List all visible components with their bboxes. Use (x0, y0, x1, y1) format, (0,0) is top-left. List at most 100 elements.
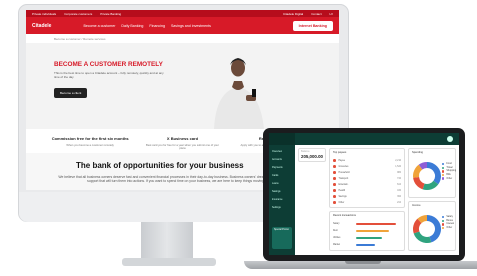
transaction-row[interactable]: Salary (333, 221, 401, 226)
payee-row[interactable]: Entertain. 610 (333, 182, 401, 187)
internet-banking-button[interactable]: Internet Banking (292, 20, 333, 31)
payee-icon (333, 189, 336, 192)
transaction-bar (356, 222, 396, 225)
payee-icon (333, 201, 336, 204)
payee-row[interactable]: Savings 390 (333, 194, 401, 199)
top-utility-bar: Private individuals Corporate customers … (26, 10, 339, 17)
legend-item: Food (442, 163, 456, 166)
donut-slice-food[interactable] (427, 162, 441, 185)
feature-desc: When you become a customer remotely (66, 143, 114, 147)
payee-value: 2,210 (395, 159, 401, 162)
laptop-notch (345, 261, 381, 264)
citadele-logo[interactable]: Citadele (32, 23, 51, 29)
main-nav: Citadele Become a customer Daily Banking… (26, 17, 339, 34)
legend-dot (442, 173, 445, 177)
sidebar-item-payments[interactable]: Payments (272, 164, 292, 171)
payee-row[interactable]: Health 430 (333, 188, 401, 193)
legend-label: Travel (446, 166, 453, 169)
payee-name: Payee (338, 159, 346, 162)
payee-name: Entertain. (338, 183, 349, 186)
payee-row[interactable]: Transport 740 (333, 176, 401, 181)
balance-value: 205,000.00 (301, 154, 323, 159)
payee-name: Other (338, 201, 345, 204)
breadcrumb[interactable]: Become a customer / Remote services (26, 34, 339, 43)
transaction-name: Market (333, 243, 341, 246)
transaction-row[interactable]: Utilities (333, 235, 401, 240)
nav-become-customer[interactable]: Become a customer (83, 24, 115, 28)
legend-label: Interest (446, 223, 455, 226)
sidebar-item-insurance[interactable]: Insurance (272, 196, 292, 203)
income-donut (413, 215, 441, 243)
feature-commission-free: Commission free for the first six months… (51, 136, 129, 151)
sidebar-item-loans[interactable]: Loans (272, 180, 292, 187)
topbar-link-private[interactable]: Private individuals (32, 12, 56, 16)
legend-dot (442, 223, 445, 226)
sidebar-item-settings[interactable]: Settings (272, 204, 292, 211)
legend-item: Bills (442, 173, 456, 177)
payee-row[interactable]: Payee 2,210 (333, 158, 401, 163)
legend-label: Shopping (446, 170, 457, 173)
legend-dot (442, 163, 445, 166)
transactions-title: Recent transactions (333, 214, 356, 217)
legend-dot (442, 216, 445, 219)
sidebar-item-cards[interactable]: Cards (272, 172, 292, 179)
nav-savings[interactable]: Savings and investments (171, 24, 211, 28)
payee-value: 210 (397, 201, 401, 204)
dashboard-topbar (295, 133, 459, 145)
bank-text: We believe that all business owners dese… (58, 175, 294, 184)
sidebar-item-accounts[interactable]: Accounts (272, 156, 292, 163)
transaction-row[interactable]: Market (333, 242, 401, 247)
legend-label: Other (446, 177, 453, 180)
payee-name: Health (338, 189, 346, 192)
payee-value: 1,520 (395, 165, 401, 168)
nav-daily-banking[interactable]: Daily Banking (121, 24, 143, 28)
avatar-icon[interactable] (447, 136, 453, 142)
payee-row[interactable]: Household 980 (333, 170, 401, 175)
transaction-row[interactable]: Rent (333, 228, 401, 233)
payee-icon (333, 159, 336, 162)
spending-legend: Food Travel Shopping Bills Other (442, 163, 456, 181)
payee-icon (333, 171, 336, 174)
donut-slice-shopping[interactable] (413, 177, 425, 190)
sidebar-item-overview[interactable]: Overview (272, 148, 292, 155)
legend-dot (442, 219, 445, 222)
topbar-link-corporate[interactable]: Corporate customers (64, 12, 92, 16)
hero-section: BECOME A CUSTOMER REMOTELY This is the b… (26, 43, 339, 129)
payee-row[interactable]: Other 210 (333, 200, 401, 205)
feature-title: X Business card (166, 136, 199, 141)
spending-chart-card: Spending Food Travel Shopping Bills Other (408, 148, 456, 198)
special-promo-card[interactable]: Special Promo (272, 227, 292, 249)
dashboard-sidebar: Overview Accounts Payments Cards Loans S… (269, 133, 295, 255)
payees-card: Top payees Payee 2,210 Groceries 1,520 House… (329, 148, 405, 208)
donut1-title: Spending (412, 151, 423, 154)
transaction-bar (356, 243, 375, 246)
income-legend: Salary Bonus Interest Other (442, 216, 454, 230)
transactions-card: Recent transactions Salary Rent Utilities M… (329, 211, 405, 251)
feature-desc: Best card you for free for a year when y… (146, 143, 219, 151)
legend-label: Salary (446, 216, 453, 219)
payee-name: Groceries (338, 165, 349, 168)
topbar-link-contact[interactable]: Contact (311, 12, 321, 16)
payees-title: Top payees (333, 151, 347, 154)
legend-item: Travel (442, 166, 456, 169)
legend-item: Interest (442, 223, 455, 226)
transaction-name: Utilities (333, 236, 341, 239)
donut-slice-bonus[interactable] (413, 231, 432, 243)
legend-item: Bonus (442, 219, 454, 222)
language-selector[interactable]: LV (330, 12, 333, 16)
sidebar-item-savings[interactable]: Savings (272, 188, 292, 195)
payee-icon (333, 165, 336, 168)
nav-financing[interactable]: Financing (149, 24, 165, 28)
legend-item: Other (442, 177, 456, 180)
balance-card: Balance 205,000.00 (298, 148, 326, 162)
topbar-link-private-banking[interactable]: Private Banking (100, 12, 121, 16)
payee-row[interactable]: Groceries 1,520 (333, 164, 401, 169)
become-client-button[interactable]: Become a client (54, 88, 88, 98)
legend-item: Other (442, 226, 454, 230)
topbar-link-digital[interactable]: Citadele Digital (283, 12, 303, 16)
donut2-title: Income (412, 204, 421, 207)
feature-title: Commission free for the first six months (51, 136, 129, 141)
monitor-stand (141, 222, 193, 262)
payee-value: 390 (397, 195, 401, 198)
legend-label: Other (446, 226, 453, 229)
